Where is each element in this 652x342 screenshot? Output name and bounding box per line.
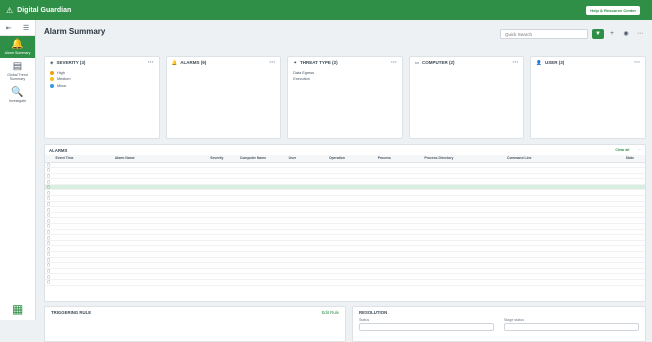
search-input[interactable] (500, 29, 588, 39)
column-header[interactable]: Process (375, 155, 423, 163)
row-label: Data Egress (293, 71, 315, 75)
monitor-icon: ▭ (414, 60, 420, 65)
threat-icon: ✦ (293, 60, 297, 65)
summary-cards: ◈ SEVERITY (3) ⋯ High Medium Minor 🔔 ALARMS (… (44, 56, 646, 139)
brand-name: Digital Guardian (17, 6, 72, 14)
threat-type-card[interactable]: ✦ THREAT TYPE (2) ⋯ Data Egress Execution (287, 56, 403, 139)
page-header: Alarm Summary (44, 27, 105, 36)
user-card[interactable]: 👤 USER (3) ⋯ (530, 56, 646, 139)
column-header[interactable]: Process Directory (422, 155, 505, 163)
chart-icon: ▤ (12, 61, 23, 72)
alarms-table: Event Time Alarm Name Severity Computer Nam… (45, 155, 645, 286)
more-icon[interactable]: ⋯ (391, 59, 397, 66)
more-icon[interactable]: ⋯ (269, 59, 275, 66)
severity-dot-icon (50, 77, 54, 82)
page-title: Alarm Summary (44, 27, 106, 36)
warning-logo-icon: ⚠ (6, 5, 14, 15)
table-cell (112, 279, 209, 286)
bell-icon: 🔔 (171, 60, 178, 65)
table-cell (505, 279, 624, 286)
bell-icon: 🔔 (11, 39, 24, 50)
severity-card[interactable]: ◈ SEVERITY (3) ⋯ High Medium Minor (44, 56, 160, 139)
triggering-rule-panel: TRIGGERING RULE Edit Rule (44, 306, 346, 342)
camera-icon[interactable]: ◉ (620, 29, 632, 39)
edit-rule-link[interactable]: Edit Rule (322, 310, 339, 315)
sidebar-item-alarm-summary[interactable]: 🔔 Alarm Summary (0, 36, 35, 58)
table-cell (237, 279, 287, 286)
alarms-title: ALARMS (49, 147, 68, 153)
row-checkbox[interactable]: ▢ (45, 279, 54, 286)
more-icon[interactable]: ⋯ (148, 59, 154, 66)
triggering-rule-title: TRIGGERING RULE (51, 310, 92, 315)
clear-all-button[interactable]: Clear all (615, 148, 629, 152)
list-icon[interactable]: ☰ (23, 24, 29, 32)
table-row[interactable]: ▢ (45, 279, 645, 286)
sidebar-item-label: Alarm Summary (4, 51, 31, 55)
more-options-icon[interactable]: ⋯ (634, 29, 646, 39)
sidebar-item-investigate[interactable]: 🔍 Investigate (0, 84, 35, 106)
more-icon[interactable]: ⋯ (634, 59, 640, 66)
card-title: THREAT TYPE (2) (299, 60, 338, 65)
column-header[interactable]: State (623, 155, 645, 163)
alarms-card[interactable]: 🔔 ALARMS (9) ⋯ (165, 56, 282, 139)
table-cell (326, 279, 376, 286)
severity-dot-icon (50, 71, 54, 75)
stage-select[interactable] (504, 323, 639, 331)
table-cell (208, 279, 238, 286)
table-cell (422, 279, 505, 286)
row-label: Execution (293, 77, 310, 82)
sidebar-item-label: Global Trend Summary (7, 73, 28, 81)
sidebar-item-global-trend[interactable]: ▤ Global Trend Summary (0, 58, 35, 84)
help-center-button[interactable]: Help & Resource Center (586, 5, 640, 15)
card-title: SEVERITY (3) (56, 60, 86, 65)
column-header[interactable]: User (286, 155, 327, 163)
card-title: USER (3) (544, 60, 565, 65)
top-bar: ⚠ Digital Guardian Help & Resource Cente… (0, 0, 652, 20)
collapse-icon[interactable]: ⇤ (6, 24, 12, 32)
column-header[interactable]: Computer Name (237, 155, 287, 163)
status-label: Status (359, 318, 370, 322)
resolution-panel: RESOLUTION Status Stage status (352, 306, 646, 342)
more-icon[interactable]: ⋯ (637, 148, 641, 152)
row-label: Medium (57, 77, 71, 82)
main-content: Alarm Summary ▼ + ◉ ⋯ ◈SEVERITY (3) ⋯ Hig… (36, 20, 652, 342)
column-header[interactable]: Event Time (53, 155, 113, 163)
select-all-checkbox[interactable] (45, 155, 54, 163)
severity-dot-icon (50, 83, 54, 88)
table-cell (53, 279, 113, 286)
table-cell (375, 279, 423, 286)
add-icon[interactable]: + (606, 29, 618, 39)
status-select[interactable] (359, 323, 494, 331)
column-header[interactable]: Alarm Name (112, 155, 209, 163)
more-icon[interactable]: ⋯ (512, 59, 518, 66)
table-cell (623, 279, 645, 286)
sidebar: ⇤ ☰ 🔔 Alarm Summary ▤ Global Trend Summa… (0, 20, 36, 320)
column-header[interactable]: Operation (326, 155, 376, 163)
shield-icon: ◈ (50, 60, 54, 65)
filter-button[interactable]: ▼ (592, 29, 604, 39)
sidebar-toolbar: ⇤ ☰ (0, 20, 35, 36)
computer-card[interactable]: ▭ COMPUTER (2) ⋯ (408, 56, 525, 139)
apps-grid-icon[interactable]: ▦ (12, 302, 23, 316)
column-header[interactable]: Severity (208, 155, 238, 163)
card-title: ALARMS (9) (180, 60, 207, 65)
row-label: Minor (57, 83, 67, 88)
alarms-panel: ALARMS Clear all ⋯ Event Time Alarm Name S… (44, 144, 646, 302)
card-title: COMPUTER (2) (422, 60, 455, 65)
card-row[interactable]: Execution (293, 76, 397, 82)
card-row[interactable]: Minor (50, 83, 154, 89)
search-person-icon: 🔍 (11, 87, 24, 98)
stage-label: Stage status (504, 318, 524, 322)
sidebar-item-label: Investigate (8, 99, 27, 103)
row-label: High (57, 71, 65, 75)
column-header[interactable]: Command Line (505, 155, 624, 163)
user-icon: 👤 (536, 60, 542, 65)
table-cell (286, 279, 327, 286)
